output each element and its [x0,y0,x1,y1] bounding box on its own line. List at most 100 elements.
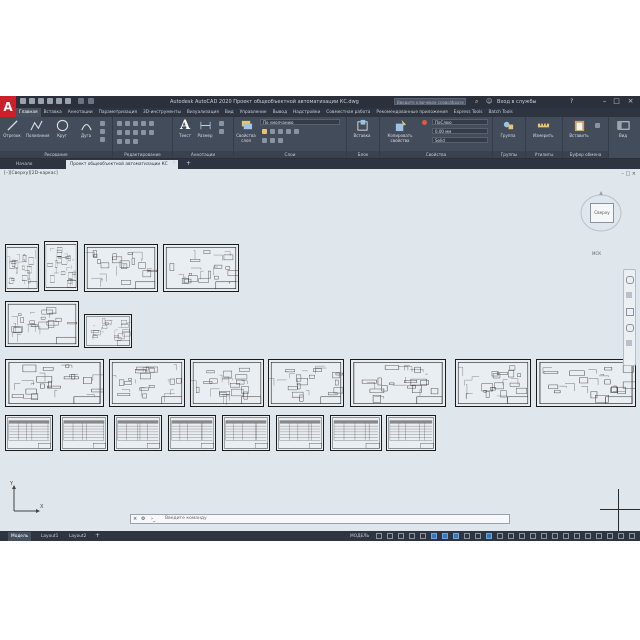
drawing-sheet[interactable] [44,241,78,291]
status-toggle-icon[interactable] [629,533,635,539]
search-icon[interactable]: ⌕ [475,98,478,106]
tab-view[interactable]: Вид [222,108,237,117]
status-toggle-icon[interactable] [596,533,602,539]
drawing-sheet[interactable] [5,244,39,292]
drawing-sheet[interactable] [84,244,158,292]
status-toggle-icon[interactable] [497,533,503,539]
scale-icon[interactable] [117,139,122,144]
drawing-sheet[interactable] [109,359,185,407]
tab-express-tools[interactable]: Express Tools [451,108,486,117]
text-tool[interactable]: A Текст [175,119,195,138]
drawing-area[interactable]: [–][Сверху][2D-каркас] – □ × Сверху МСК … [0,169,640,531]
add-layout-icon[interactable]: + [95,532,100,539]
status-toggle-icon[interactable] [552,533,558,539]
navigation-bar[interactable] [623,269,636,366]
arc-tool[interactable]: Дуга [76,119,96,138]
drawing-sheet[interactable] [455,359,531,407]
status-toggle-icon[interactable] [519,533,525,539]
steering-wheel-icon[interactable] [626,276,634,284]
mirror-icon[interactable] [125,130,130,135]
close-command-icon[interactable]: × [133,515,137,523]
viewcube[interactable]: Сверху МСК [578,189,628,259]
status-toggle-icon[interactable] [563,533,569,539]
paste-tool[interactable]: Вставить [569,119,589,138]
match-properties-tool[interactable]: Копировать свойства [384,119,416,143]
command-input[interactable]: Введите команду [165,515,207,523]
orbit-icon[interactable] [626,324,634,332]
leader-icon[interactable] [219,121,224,126]
tab-insert[interactable]: Вставка [41,108,65,117]
open-file-icon[interactable] [29,98,35,104]
status-toggle-icon[interactable] [387,533,393,539]
model-space-toggle[interactable]: МОДЕЛЬ [350,532,369,541]
move-icon[interactable] [117,121,122,126]
help-icon[interactable]: ? [570,98,573,105]
drawing-sheet[interactable] [5,415,53,451]
tab-addins[interactable]: Надстройки [290,108,323,117]
file-tab-start[interactable]: Начало [12,160,36,169]
layout-tab-model[interactable]: Модель [8,532,32,541]
plot-icon[interactable] [65,98,71,104]
tab-3d-tools[interactable]: 3D-инструменты [140,108,184,117]
tab-collaborate[interactable]: Совместная работа [323,108,373,117]
drawing-sheet[interactable] [5,359,104,407]
drawing-sheet[interactable] [222,415,270,451]
status-toggle-icon[interactable] [508,533,514,539]
tab-annotate[interactable]: Аннотации [65,108,96,117]
user-icon[interactable]: ☺ [486,98,492,105]
color-wheel-icon[interactable] [422,120,427,125]
layout-tab-layout1[interactable]: Layout1 [38,532,61,541]
command-settings-icon[interactable]: ⚙ [141,515,145,523]
layer-isolate-icon[interactable] [294,129,299,134]
offset-icon[interactable] [149,130,154,135]
color-dropdown[interactable]: ПоСлою [432,119,488,125]
tab-featured-apps[interactable]: Рекомендованные приложения [373,108,450,117]
status-toggle-icon[interactable] [398,533,404,539]
wcs-dropdown[interactable]: МСК [592,251,601,256]
drawing-sheet[interactable] [168,415,216,451]
polyline-tool[interactable]: Полилиния [26,119,49,138]
stretch-icon[interactable] [141,130,146,135]
status-toggle-icon[interactable] [618,533,624,539]
line-tool[interactable]: Отрезок [2,119,22,138]
close-button[interactable]: × [626,97,635,106]
drawing-sheet[interactable] [5,301,79,347]
maximize-button[interactable]: □ [612,97,621,106]
layer-lock-icon[interactable] [278,129,283,134]
status-toggle-icon[interactable] [585,533,591,539]
drawing-sheet[interactable] [276,415,324,451]
layer-freeze-icon[interactable] [270,129,275,134]
trim-icon[interactable] [133,121,138,126]
copy-icon[interactable] [117,130,122,135]
lineweight-dropdown[interactable]: 0.00 мм [432,128,488,134]
minimize-button[interactable]: – [600,97,609,106]
zoom-icon[interactable] [626,308,634,316]
status-toggle-icon[interactable] [420,533,426,539]
status-toggle-icon[interactable] [431,533,437,539]
current-layer-dropdown[interactable]: По умолчанию [260,119,340,125]
tab-batch-tools[interactable]: Batch Tools [485,108,515,117]
rotate-icon[interactable] [125,121,130,126]
tab-parametric[interactable]: Параметризация [96,108,140,117]
drawing-sheet[interactable] [350,359,446,407]
status-toggle-icon[interactable] [607,533,613,539]
copy-clip-icon[interactable] [595,123,600,128]
undo-icon[interactable] [78,98,84,104]
draw-more-icon[interactable] [100,121,105,126]
array-icon[interactable] [125,139,130,144]
group-tool[interactable]: Группа [498,119,518,138]
layout-tab-layout2[interactable]: Layout2 [66,532,89,541]
layer-merge-icon[interactable] [270,138,275,143]
status-toggle-icon[interactable] [475,533,481,539]
viewport-controls[interactable]: [–][Сверху][2D-каркас] [4,171,58,176]
status-toggle-icon[interactable] [376,533,382,539]
status-toggle-icon[interactable] [442,533,448,539]
layer-match-icon[interactable] [286,129,291,134]
layer-properties-tool[interactable]: Свойства слоя [236,119,256,143]
status-toggle-icon[interactable] [574,533,580,539]
fillet-icon[interactable] [133,130,138,135]
linetype-dropdown[interactable]: Solid [432,137,488,143]
tab-visualize[interactable]: Визуализация [184,108,222,117]
showmotion-icon[interactable] [626,340,632,346]
sign-in-button[interactable]: Вход в службы [497,99,536,105]
